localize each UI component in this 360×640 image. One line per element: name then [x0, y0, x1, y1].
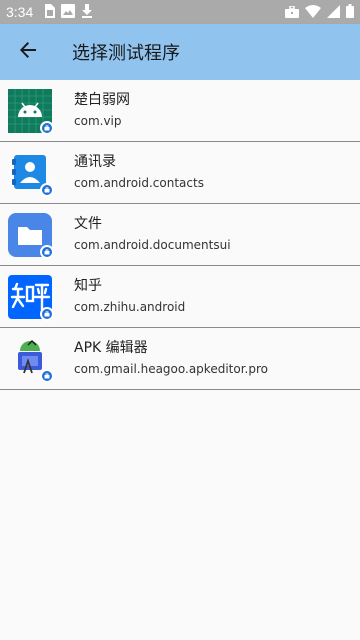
briefcase-icon	[285, 3, 299, 22]
wifi-icon	[305, 3, 321, 22]
download-icon	[81, 3, 93, 22]
list-item[interactable]: 文件 com.android.documentsui	[0, 204, 360, 266]
status-bar: 3:34	[0, 0, 360, 24]
list-item[interactable]: 知乎 com.zhihu.android	[0, 266, 360, 328]
image-icon	[61, 3, 76, 22]
app-package: com.vip	[74, 114, 122, 128]
app-bar: 选择测试程序	[0, 24, 360, 80]
arrow-back-icon	[19, 41, 37, 63]
work-badge-icon	[40, 368, 54, 383]
sim-icon	[43, 3, 56, 22]
list-item[interactable]: APK 编辑器 com.gmail.heagoo.apkeditor.pro	[0, 328, 360, 390]
app-name: 楚白弱网	[74, 92, 130, 108]
signal-icon	[327, 3, 340, 22]
status-left-icons	[43, 3, 93, 22]
work-badge-icon	[40, 120, 54, 135]
app-package: com.zhihu.android	[74, 300, 186, 314]
app-package: com.gmail.heagoo.apkeditor.pro	[74, 362, 268, 376]
zhihu-icon	[8, 274, 54, 321]
app-package: com.android.documentsui	[74, 238, 231, 252]
page-title: 选择测试程序	[72, 43, 180, 64]
back-button[interactable]	[0, 24, 56, 80]
list-item[interactable]: 通讯录 com.android.contacts	[0, 142, 360, 204]
work-badge-icon	[40, 182, 54, 197]
battery-icon	[346, 3, 354, 22]
app-package: com.android.contacts	[74, 176, 204, 190]
status-time: 3:34	[6, 4, 34, 20]
list-item[interactable]: 楚白弱网 com.vip	[0, 80, 360, 142]
android-grid-icon	[8, 88, 54, 135]
app-name: 知乎	[74, 278, 102, 294]
app-list: 楚白弱网 com.vip 通讯录 com.android.contacts 文件…	[0, 80, 360, 390]
work-badge-icon	[40, 244, 54, 259]
work-badge-icon	[40, 306, 54, 321]
app-name: APK 编辑器	[74, 340, 148, 356]
contacts-icon	[8, 151, 54, 197]
app-name: 文件	[74, 216, 102, 232]
app-name: 通讯录	[74, 154, 116, 170]
folder-icon	[8, 212, 54, 259]
apk-editor-icon	[8, 337, 54, 383]
status-right-icons	[285, 3, 354, 22]
